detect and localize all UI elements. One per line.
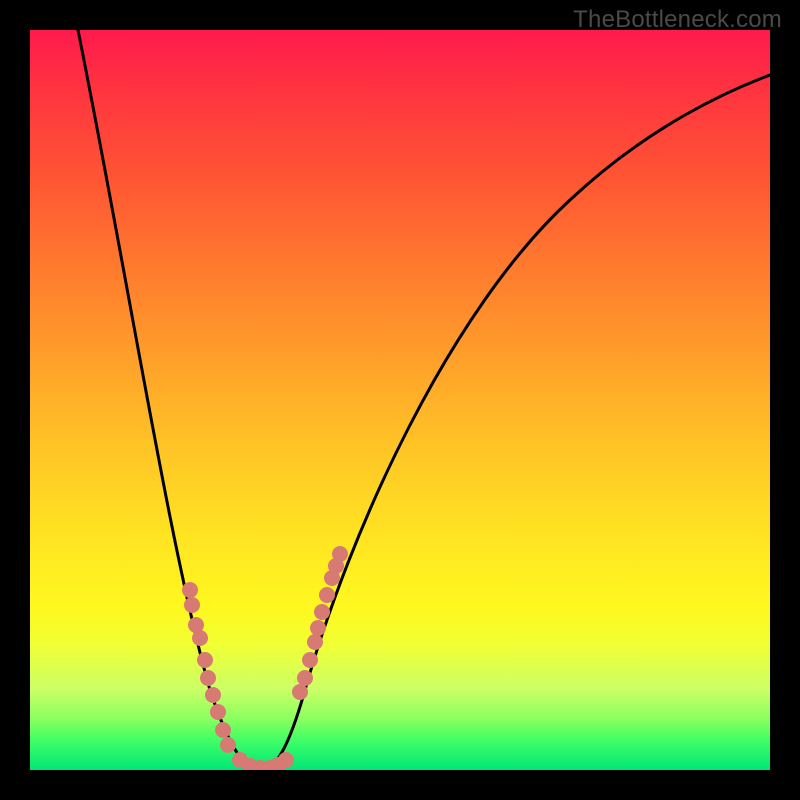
- data-dot: [205, 687, 221, 703]
- data-dot: [200, 670, 216, 686]
- data-dot: [332, 546, 348, 562]
- chart-frame: TheBottleneck.com: [0, 0, 800, 800]
- bottleneck-curve: [78, 30, 770, 770]
- data-dot: [197, 652, 213, 668]
- plot-area: [30, 30, 770, 770]
- data-dot: [182, 582, 198, 598]
- dots-bottom-cluster: [232, 752, 294, 770]
- data-dot: [314, 604, 330, 620]
- data-dot: [292, 684, 308, 700]
- dots-left-cluster: [182, 582, 236, 753]
- data-dot: [278, 752, 294, 768]
- data-dot: [215, 722, 231, 738]
- chart-svg: [30, 30, 770, 770]
- dots-right-cluster: [292, 546, 348, 700]
- data-dot: [319, 587, 335, 603]
- data-dot: [220, 737, 236, 753]
- data-dot: [302, 652, 318, 668]
- data-dot: [210, 704, 226, 720]
- watermark-text: TheBottleneck.com: [573, 6, 782, 34]
- data-dot: [307, 634, 323, 650]
- data-dot: [310, 620, 326, 636]
- data-dot: [192, 630, 208, 646]
- data-dot: [184, 597, 200, 613]
- data-dot: [297, 670, 313, 686]
